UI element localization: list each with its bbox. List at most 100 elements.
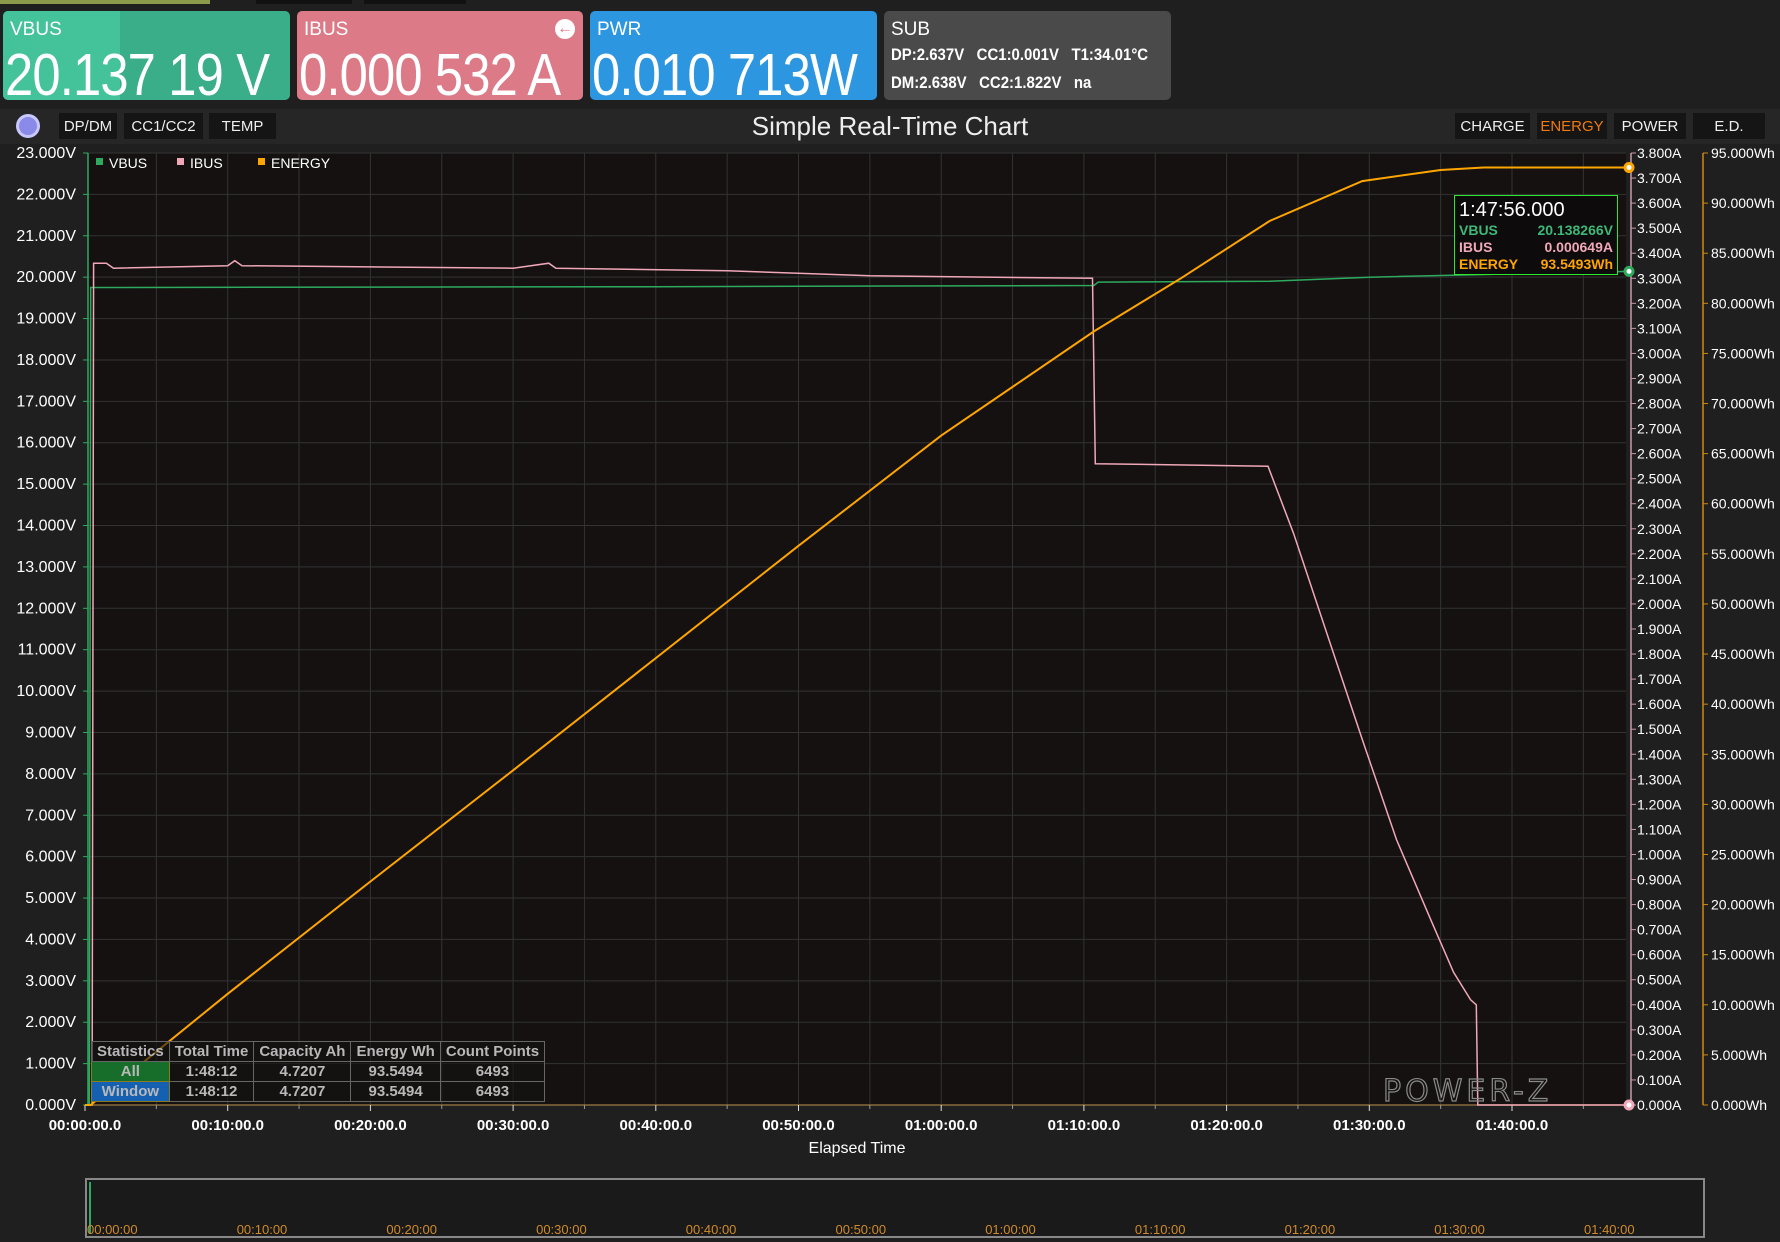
voltage-tick-label: 16.000V [16, 435, 76, 452]
energy-tick-label: 95.000Wh [1711, 145, 1775, 161]
tooltip-vbus-label: VBUS [1459, 222, 1498, 238]
current-tick-label: 2.400A [1637, 496, 1682, 512]
energy-tick-label: 20.000Wh [1711, 897, 1775, 913]
series-endpoint-vbus [1623, 265, 1635, 277]
energy-tick-label: 35.000Wh [1711, 746, 1775, 762]
current-tick-label: 1.700A [1637, 671, 1682, 687]
tooltip-time: 1:47:56.000 [1459, 199, 1565, 221]
current-tick-label: 3.700A [1637, 170, 1682, 186]
time-tick-label: 00:50:00.0 [762, 1117, 835, 1134]
voltage-tick-label: 14.000V [16, 518, 76, 535]
x-axis-title: Elapsed Time [809, 1140, 906, 1157]
tooltip-energy-label: ENERGY [1459, 256, 1519, 272]
legend-swatch-vbus [96, 158, 103, 165]
navigator-time-label: 00:10:00 [236, 1222, 288, 1237]
energy-tick-label: 70.000Wh [1711, 396, 1775, 412]
voltage-tick-label: 21.000V [16, 228, 76, 245]
current-tick-label: 1.500A [1637, 721, 1682, 737]
power-z-logo: POWER-Z [1382, 1073, 1553, 1109]
current-tick-label: 1.600A [1637, 696, 1682, 712]
current-tick-label: 1.000A [1637, 846, 1682, 862]
time-tick-label: 00:00:00.0 [49, 1117, 122, 1134]
energy-tick-label: 30.000Wh [1711, 796, 1775, 812]
current-tick-label: 0.100A [1637, 1072, 1682, 1088]
energy-tick-label: 0.000Wh [1711, 1097, 1767, 1113]
header-cell: Capacity Ah [253, 1041, 352, 1062]
current-tick-label: 1.400A [1637, 746, 1682, 762]
navigator-time-label: 01:00:00 [985, 1222, 1036, 1237]
voltage-tick-label: 10.000V [16, 683, 76, 700]
voltage-tick-label: 18.000V [16, 352, 76, 369]
legend-label-ibus: IBUS [190, 155, 223, 171]
table-header-row: Statistics Total Time Capacity Ah Energy Wh… [91, 1041, 546, 1062]
table-cell: 6493 [439, 1081, 546, 1102]
legend-label-vbus: VBUS [109, 155, 147, 171]
tooltip-vbus-value: 20.138266V [1537, 222, 1613, 238]
row-label-window[interactable]: Window [91, 1081, 170, 1102]
legend-swatch-ibus [177, 158, 184, 165]
legend-swatch-energy [258, 158, 265, 165]
header-cell: Total Time [168, 1041, 255, 1062]
energy-tick-label: 15.000Wh [1711, 947, 1775, 963]
energy-tick-label: 45.000Wh [1711, 646, 1775, 662]
energy-tick-label: 90.000Wh [1711, 195, 1775, 211]
chart-tooltip: 1:47:56.000 VBUS 20.138266V IBUS 0.000649A… [1454, 195, 1618, 275]
voltage-tick-label: 7.000V [25, 807, 76, 824]
voltage-tick-label: 6.000V [25, 849, 76, 866]
current-tick-label: 3.500A [1637, 220, 1682, 236]
navigator-time-label: 01:30:00 [1434, 1222, 1485, 1237]
current-tick-label: 0.200A [1637, 1047, 1682, 1063]
voltage-tick-label: 15.000V [16, 476, 76, 493]
time-tick-label: 00:20:00.0 [334, 1117, 407, 1134]
current-tick-label: 3.000A [1637, 345, 1682, 361]
current-tick-label: 3.800A [1637, 145, 1682, 161]
voltage-tick-label: 4.000V [25, 931, 76, 948]
current-tick-label: 1.900A [1637, 621, 1682, 637]
voltage-tick-label: 19.000V [16, 311, 76, 328]
plot-area [88, 153, 1626, 1105]
series-endpoint-energy [1623, 162, 1635, 174]
current-tick-label: 3.400A [1637, 245, 1682, 261]
table-row: Window 1:48:12 4.7207 93.5494 6493 [91, 1081, 546, 1102]
energy-tick-label: 55.000Wh [1711, 546, 1775, 562]
navigator-time-label: 00:00:00 [87, 1222, 138, 1237]
navigator-time-label: 00:40:00 [685, 1222, 737, 1237]
statistics-table: Statistics Total Time Capacity Ah Energy Wh… [91, 1041, 546, 1102]
tooltip-energy-value: 93.5493Wh [1540, 256, 1613, 272]
current-tick-label: 1.800A [1637, 646, 1682, 662]
current-tick-label: 0.900A [1637, 872, 1682, 888]
row-label-all[interactable]: All [91, 1061, 170, 1082]
current-tick-label: 1.200A [1637, 796, 1682, 812]
tooltip-ibus-value: 0.000649A [1544, 239, 1613, 255]
voltage-tick-label: 13.000V [16, 559, 76, 576]
voltage-tick-label: 11.000V [18, 642, 77, 659]
energy-tick-label: 40.000Wh [1711, 696, 1775, 712]
voltage-tick-label: 5.000V [25, 890, 76, 907]
navigator-time-label: 01:20:00 [1284, 1222, 1336, 1237]
current-tick-label: 1.300A [1637, 771, 1682, 787]
time-tick-label: 01:20:00.0 [1190, 1117, 1263, 1134]
current-tick-label: 2.200A [1637, 546, 1682, 562]
header-cell: Energy Wh [350, 1041, 441, 1062]
table-cell: 93.5494 [350, 1061, 441, 1082]
current-tick-label: 2.500A [1637, 471, 1682, 487]
time-tick-label: 00:30:00.0 [477, 1117, 550, 1134]
current-tick-label: 2.900A [1637, 370, 1682, 386]
navigator-time-label: 00:30:00 [536, 1222, 587, 1237]
energy-tick-label: 85.000Wh [1711, 245, 1775, 261]
time-tick-label: 01:40:00.0 [1476, 1117, 1549, 1134]
voltage-tick-label: 9.000V [25, 724, 76, 741]
voltage-tick-label: 20.000V [16, 269, 76, 286]
energy-tick-label: 5.000Wh [1711, 1047, 1767, 1063]
voltage-tick-label: 17.000V [16, 393, 76, 410]
current-tick-label: 3.100A [1637, 320, 1682, 336]
energy-tick-label: 50.000Wh [1711, 596, 1775, 612]
voltage-tick-label: 2.000V [25, 1014, 76, 1031]
time-tick-label: 01:10:00.0 [1048, 1117, 1121, 1134]
table-cell: 4.7207 [253, 1061, 352, 1082]
energy-tick-label: 10.000Wh [1711, 997, 1775, 1013]
voltage-tick-label: 3.000V [25, 973, 76, 990]
header-cell: Count Points [439, 1041, 546, 1062]
time-tick-label: 00:40:00.0 [620, 1117, 693, 1134]
energy-tick-label: 25.000Wh [1711, 846, 1775, 862]
